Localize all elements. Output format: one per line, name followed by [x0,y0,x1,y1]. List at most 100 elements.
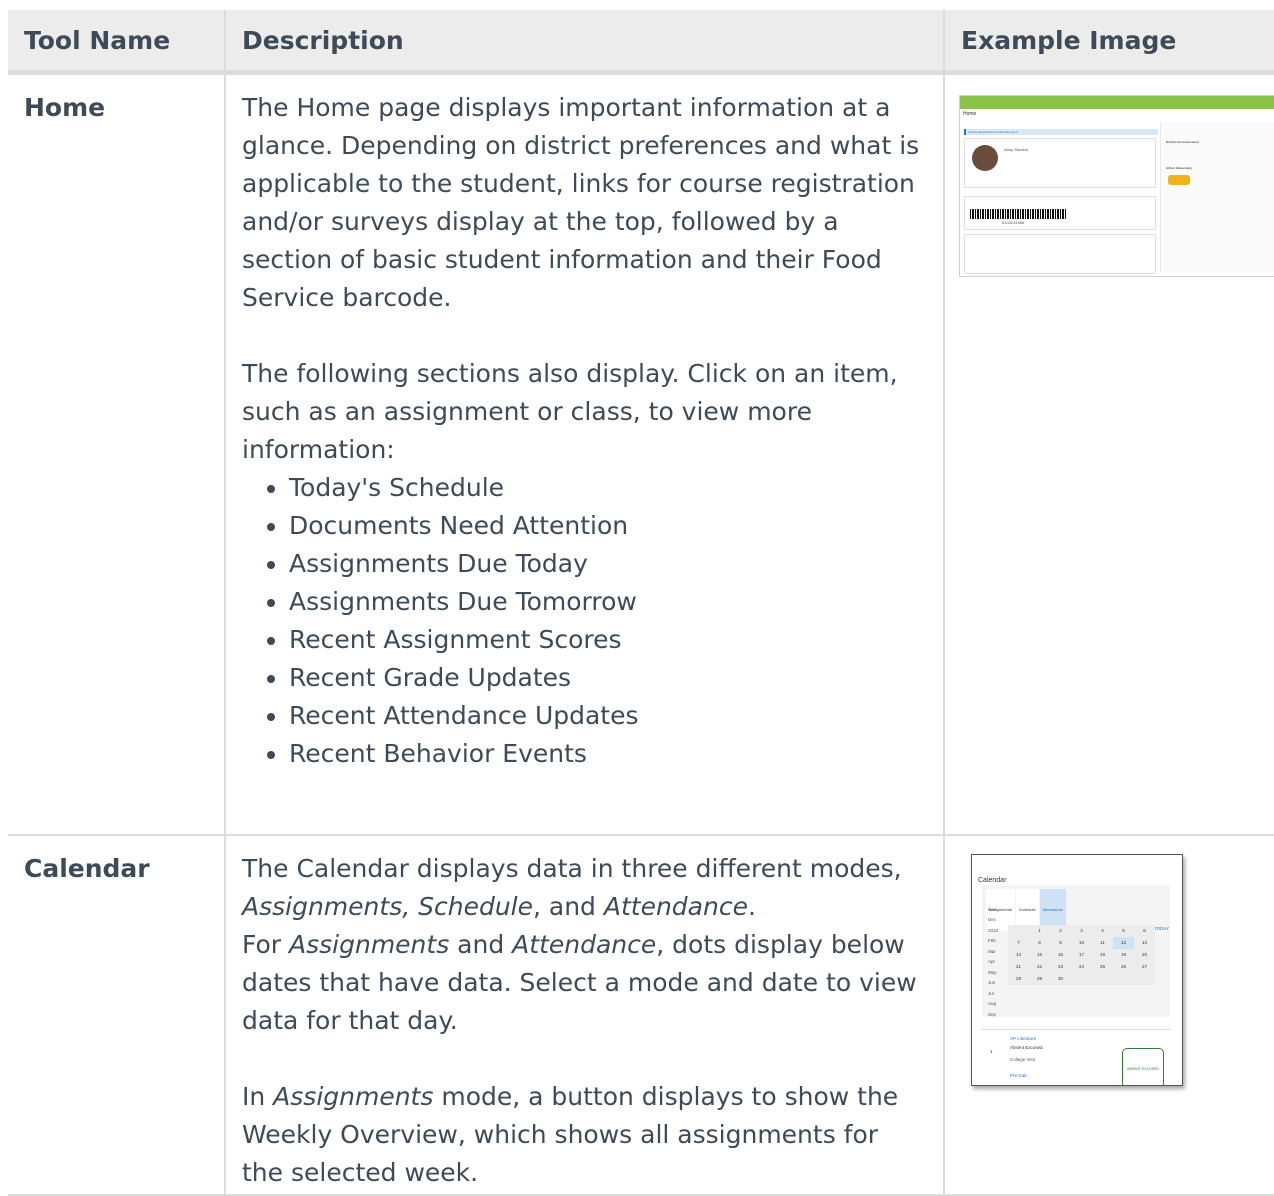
table-row: Calendar The Calendar displays data in t… [8,834,1274,1196]
day-cell: 28 [1015,975,1021,981]
district-announcement: District Announcement [1166,140,1199,144]
month-item: Apr [988,959,996,964]
day-cell: 18 [1099,951,1105,957]
day-cell: 21 [1015,963,1021,969]
attendance-status: Absent Excused [1010,1044,1043,1050]
school-logo [1168,175,1190,185]
calendar-title: Calendar [978,876,1007,884]
day-cell: 19 [1120,951,1126,957]
paragraph: The Calendar displays data in three diff… [242,850,927,1040]
day-cell [1008,925,1029,937]
header-example-image: Example Image [944,10,1274,75]
month-item: Nov [988,906,997,912]
course-name-2: Pre-Calc [1010,1072,1028,1078]
school-name: Arthur Elementary [1166,166,1193,170]
schedule-card [964,234,1156,274]
top-bar [960,96,1274,109]
period-number: 1 [990,1048,993,1054]
day-cell: 4 [1101,927,1104,933]
barcode-number: 8104234566 [1002,220,1025,225]
day-cell: 7 [1017,939,1020,945]
mode-name: Assignments [273,1081,434,1111]
tool-name-calendar: Calendar [8,834,226,1196]
month-item: Dec [988,917,997,922]
today-button: TODAY [1154,925,1170,931]
list-item: Assignments Due Today [289,545,927,583]
month-item: Sep [988,1011,997,1017]
calendar-grid: 1 2 3 4 5 6 7 8 9 10 11 12 13 14 15 16 1… [1008,924,1155,985]
header-description: Description [225,10,945,75]
day-cell: 25 [1099,963,1105,969]
course-name: AP Literature [1010,1035,1037,1041]
table-row: Home The Home page displays important in… [8,72,1274,836]
example-image-calendar: Calendar Assignments Schedule Attendance… [944,834,1274,1196]
day-cell: 2 [1059,927,1062,933]
paragraph: In Assignments mode, a button displays t… [242,1078,927,1192]
list-item: Recent Grade Updates [289,659,927,697]
day-cell: 8 [1038,939,1041,945]
paragraph: The Home page displays important informa… [242,93,920,312]
header-row: Tool Name Description Example Image [8,10,1274,75]
list-item: Assignments Due Tomorrow [289,583,927,621]
status-badge: ABSENT EXCUSED [1122,1047,1164,1085]
day-cell: 1 [1038,927,1041,933]
month-item: May [988,969,997,975]
day-cell: 16 [1057,951,1063,957]
day-cell: 24 [1078,963,1084,969]
month-item: 2019 [988,927,999,933]
day-cell: 6 [1143,927,1146,933]
text: For [242,929,290,959]
list-item: Recent Behavior Events [289,735,927,773]
list-item: Recent Attendance Updates [289,697,927,735]
example-image-home: Home Course Registration is currently op… [944,72,1274,836]
text: The Calendar displays data in three diff… [242,853,902,883]
month-item: Feb [988,938,996,943]
attendance-note: College Visit [1010,1056,1035,1062]
tools-table: Tool Name Description Example Image Home… [8,10,1274,1196]
tool-name-home: Home [8,72,226,836]
mode-names: Assignments, Schedule [242,891,533,921]
day-cell: 23 [1057,963,1063,969]
text: , and [533,891,604,921]
text: and [449,929,513,959]
calendar-screenshot: Calendar Assignments Schedule Attendance… [971,853,1183,1086]
day-cell: 15 [1036,951,1042,957]
student-name: Andy Student [1004,147,1029,152]
breadcrumb: Home [963,111,977,117]
day-cell: 20 [1141,951,1147,957]
mode-name: Attendance [512,929,657,959]
day-cell: 13 [1141,939,1147,945]
student-avatar [972,145,998,171]
home-screenshot: Home Course Registration is currently op… [959,95,1274,277]
list-item: Documents Need Attention [289,507,927,545]
text: In [242,1081,274,1111]
day-cell: 30 [1057,975,1063,981]
description-home: The Home page displays important informa… [225,72,945,836]
mode-name: Assignments [289,929,450,959]
month-item: Aug [988,1001,997,1006]
announcements-panel [1160,122,1274,272]
day-cell: 10 [1078,939,1084,945]
description-calendar: The Calendar displays data in three diff… [225,834,945,1196]
list-item: Today's Schedule [289,469,927,507]
day-cell: 11 [1100,939,1105,945]
day-cell: 27 [1141,963,1147,969]
sections-list: Today's Schedule Documents Need Attentio… [242,469,927,773]
day-cell: 22 [1036,963,1042,969]
text: . [747,891,756,921]
month-item: Mar [988,948,996,954]
month-list: Nov Dec 2019 Feb Mar Apr May Jun Jul Aug… [988,905,998,1021]
day-cell: 29 [1036,975,1042,981]
day-cell: 9 [1059,939,1062,945]
day-cell: 5 [1122,927,1125,933]
month-item: Jun [988,980,996,985]
day-cell: 3 [1080,927,1083,933]
day-cell: 17 [1078,951,1084,957]
header-tool-name: Tool Name [8,10,226,75]
month-item: Jul [988,990,994,996]
day-cell-selected: 12 [1113,936,1134,949]
day-cell: 14 [1015,951,1021,957]
registration-banner: Course Registration is currently open. [964,129,1158,135]
paragraph: The following sections also display. Cli… [242,359,898,464]
list-item: Recent Assignment Scores [289,621,927,659]
